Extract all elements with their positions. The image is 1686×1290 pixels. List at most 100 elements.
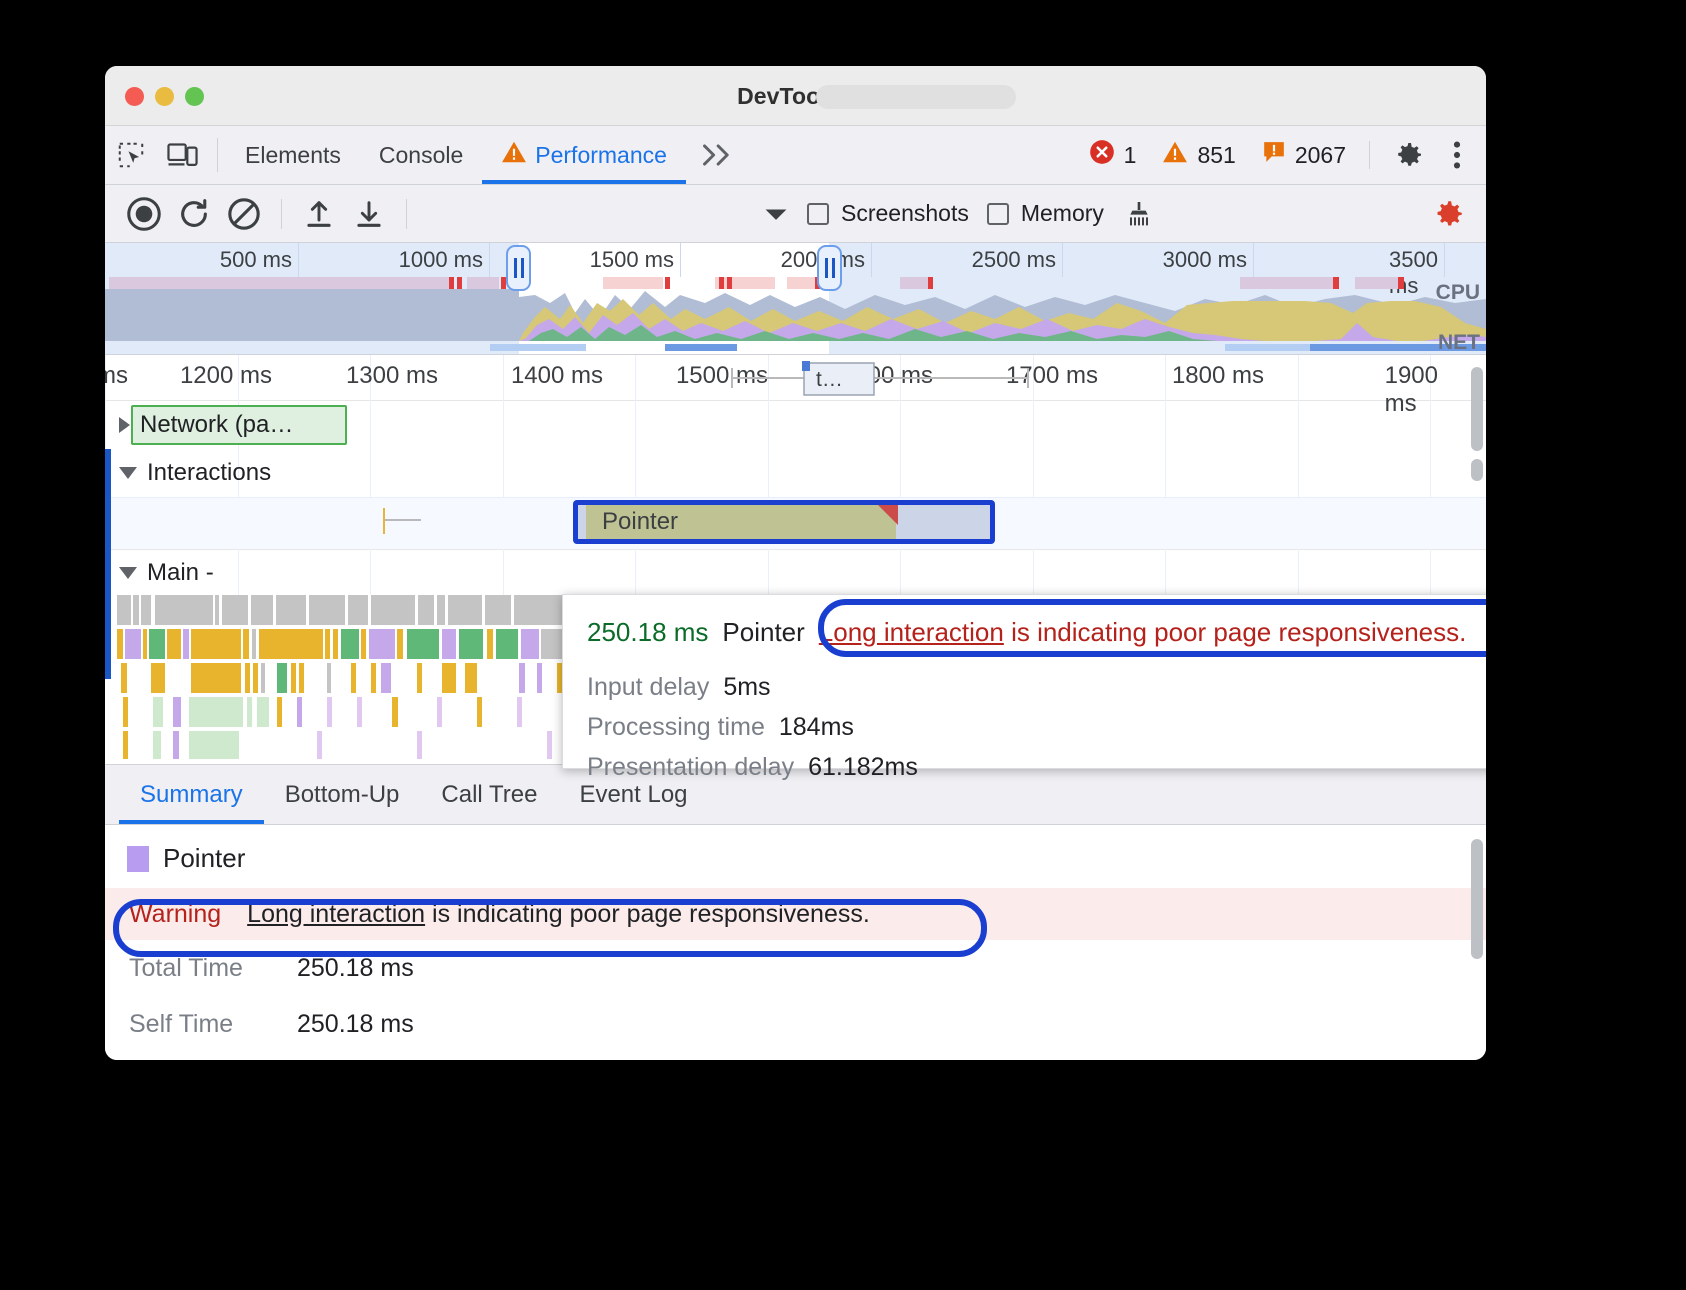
inspect-icon[interactable] [105,126,157,184]
performance-toolbar: Screenshots Memory [105,185,1486,243]
summary-warning-message: Long interaction is indicating poor page… [247,900,870,929]
warning-triangle-icon [501,140,527,170]
error-icon [1089,139,1115,171]
more-tabs-button[interactable] [686,126,748,184]
capture-settings-icon[interactable] [1432,197,1472,231]
device-toggle-icon[interactable] [157,126,209,184]
tooltip-row-processing-time: Processing time 184ms [587,713,1486,742]
tab-summary[interactable]: Summary [119,765,264,824]
tooltip-warning-text: is indicating poor page responsiveness. [1011,617,1466,647]
title-bar: DevTools - [105,66,1486,126]
tooltip-row-key: Processing time [587,713,765,742]
tooltip-warning-link[interactable]: Long interaction [819,617,1004,647]
toolbar-divider [217,138,218,172]
overview-window-right-handle[interactable] [817,245,842,291]
overview-tick-4: 2500 ms [972,247,1062,273]
overview-tick-5: 3000 ms [1163,247,1253,273]
tab-console-label: Console [379,142,463,169]
issue-counters: 1 851 [1076,126,1486,184]
summary-row-self-time: Self Time 250.18 ms [105,996,1486,1052]
selected-track-rail [105,449,111,679]
overview-ruler: 500 ms 1000 ms 1500 ms 2000 ms 2500 ms 3… [105,243,1486,277]
profile-select[interactable] [419,197,789,231]
tab-performance[interactable]: Performance [482,126,686,184]
summary-warning-label: Warning [129,900,221,929]
timing-marker[interactable]: t… [730,361,1030,399]
chevron-down-icon[interactable] [119,567,137,579]
track-header-main-label: Main - [147,559,214,587]
track-header-main[interactable]: Main - [105,549,1486,595]
timeline-tick-1: 1200 ms [180,362,279,390]
title-url-pill [816,85,1016,109]
gear-icon[interactable] [1380,139,1438,171]
timeline-scrollbar-thumb[interactable] [1471,367,1483,451]
overview-cpu-label: CPU [1436,281,1480,305]
tab-elements[interactable]: Elements [226,126,360,184]
issue-count: 2067 [1295,142,1346,169]
track-header-interactions-label: Interactions [147,459,271,487]
chevron-down-icon[interactable] [119,467,137,479]
memory-checkbox[interactable]: Memory [987,200,1104,227]
chevron-down-icon [763,204,789,224]
tooltip-row-presentation-delay: Presentation delay 61.182ms [587,753,1486,782]
error-counter[interactable]: 1 [1076,139,1150,171]
timeline-scrollbar-thumb-2[interactable] [1471,459,1483,481]
tooltip-row-key: Input delay [587,673,709,702]
tooltip-row-value: 61.182ms [808,753,918,782]
kebab-menu-icon[interactable] [1438,139,1476,171]
tab-bottom-up[interactable]: Bottom-Up [264,765,421,824]
event-color-swatch [127,846,149,872]
interaction-tick-marker [383,508,385,534]
tooltip-event-name: Pointer [722,617,804,648]
toolbar-divider [406,199,407,229]
tab-console[interactable]: Console [360,126,482,184]
tooltip-row-value: 184ms [779,713,854,742]
screenshots-checkbox[interactable]: Screenshots [807,200,969,227]
upload-profile-icon[interactable] [294,189,344,239]
clear-icon[interactable] [219,189,269,239]
summary-row-key: Total Time [129,954,297,983]
chevron-right-icon[interactable] [119,417,130,433]
tooltip-row-value: 5ms [723,673,770,702]
error-count: 1 [1124,142,1137,169]
tab-summary-label: Summary [140,781,243,809]
overview-window-left-handle[interactable] [506,245,531,291]
record-icon[interactable] [119,189,169,239]
tab-event-log-label: Event Log [579,781,687,809]
tab-bottom-up-label: Bottom-Up [285,781,400,809]
summary-row-total-time: Total Time 250.18 ms [105,940,1486,996]
warning-counter[interactable]: 851 [1149,140,1248,170]
timeline-overview[interactable]: 500 ms 1000 ms 1500 ms 2000 ms 2500 ms 3… [105,243,1486,355]
overview-network-bars [105,340,1486,354]
download-profile-icon[interactable] [344,189,394,239]
timeline-tick-2: 1300 ms [346,362,445,390]
tooltip-row-key: Presentation delay [587,753,794,782]
screenshots-checkbox-box [807,203,829,225]
reload-record-icon[interactable] [169,189,219,239]
overview-tick-2: 1500 ms [590,247,680,273]
overview-net-label: NET [1438,331,1480,355]
collect-garbage-icon[interactable] [1114,189,1164,239]
summary-scrollbar-thumb[interactable] [1471,839,1483,959]
window-title: DevTools - [105,83,1486,110]
summary-row-key: Self Time [129,1010,297,1039]
timeline-tick-0: ms [105,362,135,390]
track-header-network[interactable]: Network (pa… [105,401,1486,449]
tab-call-tree[interactable]: Call Tree [420,765,558,824]
memory-checkbox-box [987,203,1009,225]
interactions-row[interactable]: Pointer [105,497,1486,549]
event-tooltip: 250.18 ms Pointer Long interaction is in… [562,594,1486,769]
summary-warning-row: Warning Long interaction is indicating p… [105,888,1486,940]
details-drawer: Summary Bottom-Up Call Tree Event Log Po… [105,764,1486,1060]
summary-event-name: Pointer [163,843,245,874]
interaction-tick-whisker [385,519,421,521]
tooltip-header: 250.18 ms Pointer Long interaction is in… [587,617,1486,648]
tab-elements-label: Elements [245,142,341,169]
issue-counter[interactable]: 2067 [1249,140,1359,170]
track-header-interactions[interactable]: Interactions [105,449,1486,497]
tab-call-tree-label: Call Tree [441,781,537,809]
summary-row-value: 250.18 ms [297,954,414,983]
svg-text:t…: t… [816,368,843,391]
summary-warning-link[interactable]: Long interaction [247,900,425,928]
overview-cpu-chart [105,289,1486,341]
